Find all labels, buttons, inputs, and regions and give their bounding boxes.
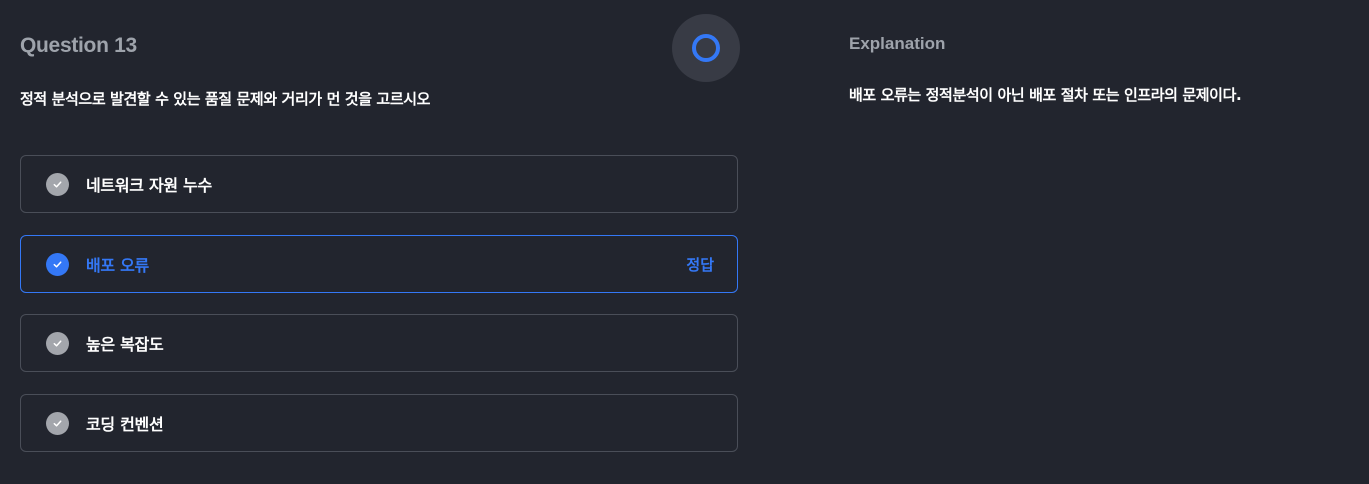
option-1[interactable]: 네트워크 자원 누수 bbox=[20, 155, 738, 213]
option-4[interactable]: 코딩 컨벤션 bbox=[20, 394, 738, 452]
option-label: 코딩 컨벤션 bbox=[86, 415, 164, 434]
circle-correct-icon bbox=[692, 34, 720, 62]
correct-answer-tag: 정답 bbox=[686, 255, 714, 274]
question-number: Question 13 bbox=[20, 34, 137, 57]
check-icon bbox=[46, 411, 69, 435]
option-label: 네트워크 자원 누수 bbox=[86, 176, 212, 195]
question-panel: Question 13 정적 분석으로 발견할 수 있는 품질 문제와 거리가 … bbox=[20, 0, 740, 484]
check-icon bbox=[46, 172, 69, 196]
quiz-review-page: Question 13 정적 분석으로 발견할 수 있는 품질 문제와 거리가 … bbox=[0, 0, 1369, 484]
check-icon bbox=[46, 331, 69, 355]
result-badge bbox=[672, 14, 740, 82]
option-3[interactable]: 높은 복잡도 bbox=[20, 314, 738, 372]
question-text: 정적 분석으로 발견할 수 있는 품질 문제와 거리가 먼 것을 고르시오 bbox=[20, 90, 431, 108]
option-label: 높은 복잡도 bbox=[86, 335, 164, 354]
check-icon bbox=[46, 252, 69, 276]
explanation-text: 배포 오류는 정적분석이 아닌 배포 절차 또는 인프라의 문제이다. bbox=[849, 86, 1242, 104]
option-label: 배포 오류 bbox=[86, 256, 149, 275]
option-2[interactable]: 배포 오류 정답 bbox=[20, 235, 738, 293]
explanation-title: Explanation bbox=[849, 34, 946, 53]
